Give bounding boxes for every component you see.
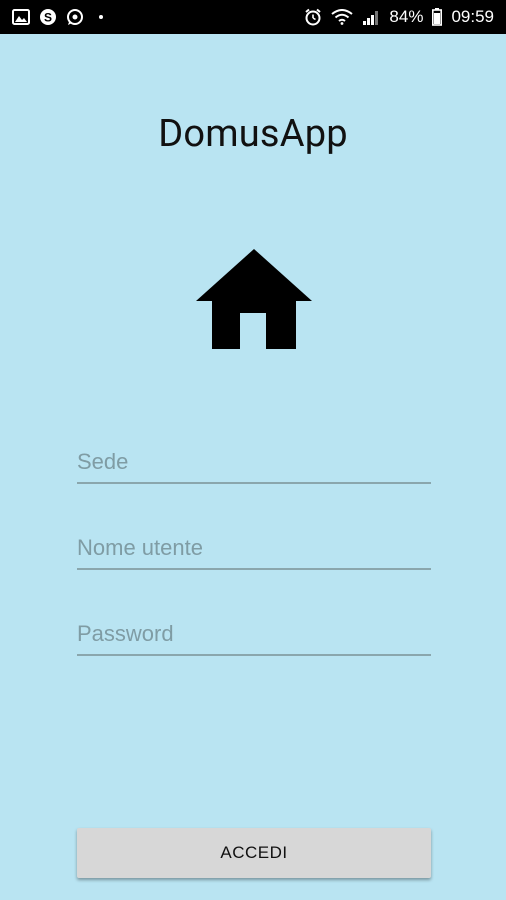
password-input[interactable] [77, 614, 431, 654]
username-field[interactable] [77, 528, 431, 570]
signal-icon [362, 9, 380, 25]
notification-dot-icon [99, 15, 103, 19]
status-bar-left: S [12, 8, 103, 26]
status-bar-right: 84% 09:59 [304, 7, 494, 27]
home-icon [196, 249, 312, 353]
password-field[interactable] [77, 614, 431, 656]
app-title: DomusApp [158, 112, 348, 156]
battery-icon [432, 8, 443, 26]
svg-text:S: S [44, 11, 52, 25]
sede-input[interactable] [77, 442, 431, 482]
alarm-icon [304, 8, 322, 26]
status-bar: S 84% 09:59 [0, 0, 506, 34]
username-input[interactable] [77, 528, 431, 568]
login-button[interactable]: ACCEDI [77, 828, 431, 878]
sede-field[interactable] [77, 442, 431, 484]
battery-level: 84% [389, 7, 424, 26]
wifi-icon [331, 9, 354, 25]
whatsapp-icon [66, 8, 84, 26]
clock: 09:59 [451, 7, 494, 26]
gallery-icon [12, 9, 30, 25]
skype-icon: S [39, 8, 57, 26]
